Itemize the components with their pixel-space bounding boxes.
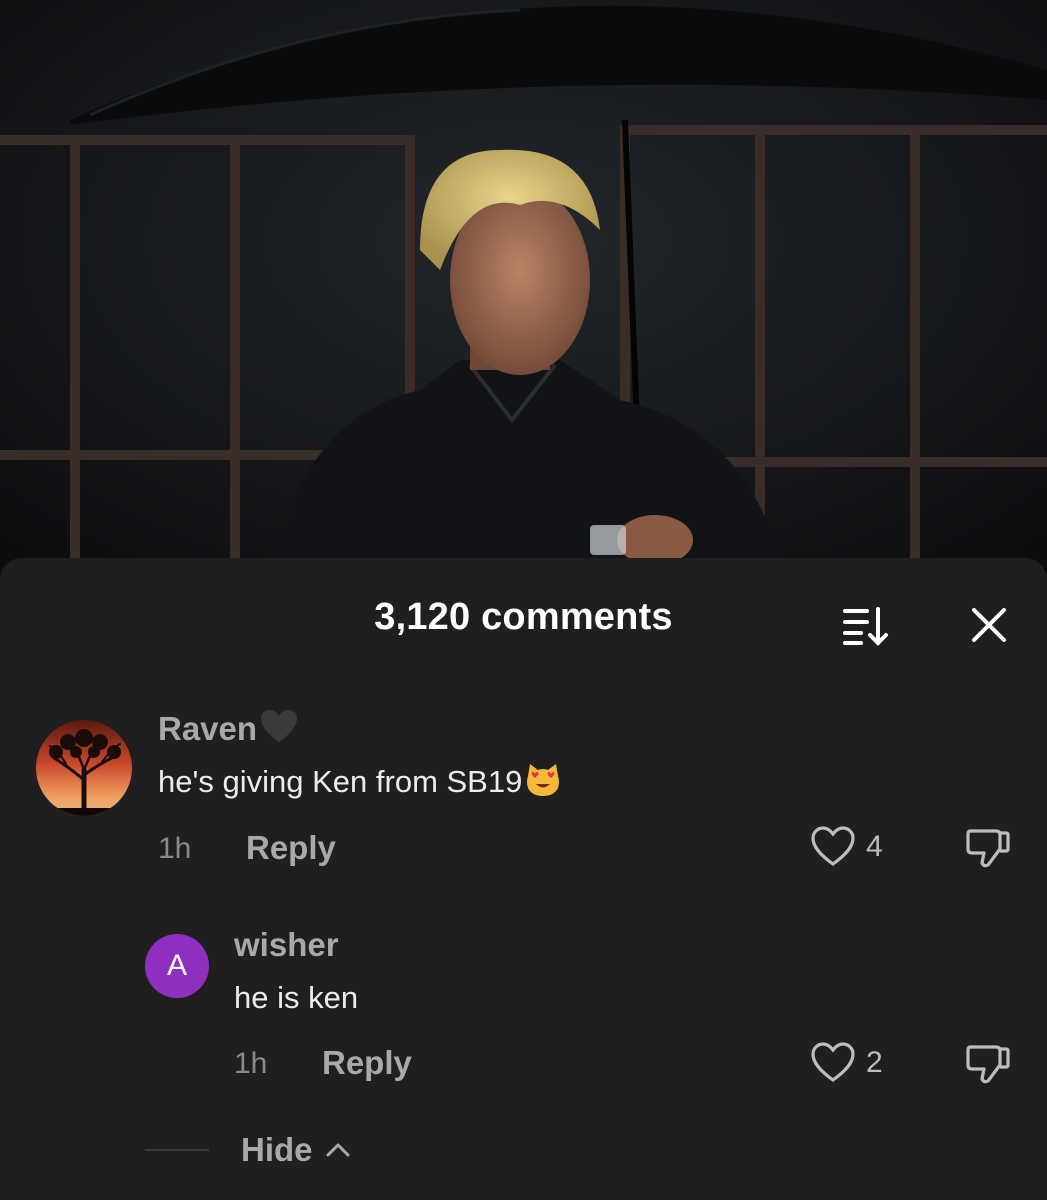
- chevron-up-icon: [326, 1143, 350, 1157]
- heart-outline-icon: [811, 826, 855, 866]
- comments-header: 3,120 comments: [0, 558, 1047, 678]
- thumbs-down-icon: [966, 829, 1010, 868]
- reply-button[interactable]: Reply: [246, 829, 336, 867]
- sort-icon: [843, 607, 888, 646]
- hide-label: Hide: [241, 1131, 313, 1168]
- reply-button[interactable]: Reply: [322, 1044, 412, 1082]
- like-count: 4: [866, 830, 883, 863]
- close-button[interactable]: [962, 598, 1016, 652]
- avatar[interactable]: [36, 720, 132, 816]
- like-button[interactable]: 2: [810, 1042, 883, 1084]
- comment-text-label: he's giving Ken from SB19: [158, 764, 523, 799]
- comment-username[interactable]: Raven: [158, 708, 299, 752]
- black-heart-icon: [259, 708, 299, 752]
- hide-replies-row: Hide: [145, 1130, 351, 1170]
- video-background[interactable]: [0, 0, 1047, 600]
- dislike-button[interactable]: [964, 1041, 1012, 1092]
- comment-text: he's giving Ken from SB19: [158, 762, 562, 806]
- tree-sunset-avatar-image: [36, 720, 132, 816]
- sort-button[interactable]: [836, 600, 896, 650]
- video-frame-image: [0, 0, 1047, 600]
- comment-time: 1h: [234, 1047, 268, 1080]
- comment-username[interactable]: wisher: [234, 926, 339, 964]
- heart-outline-icon: [811, 1042, 855, 1082]
- like-button[interactable]: 4: [810, 826, 883, 868]
- thumbs-down-icon: [966, 1045, 1010, 1084]
- username-label: Raven: [158, 710, 258, 747]
- comment-text: he is ken: [234, 980, 359, 1015]
- divider: [145, 1149, 209, 1151]
- comments-sheet: 3,120 comments: [0, 558, 1047, 1200]
- comment-time: 1h: [158, 832, 192, 865]
- dislike-button[interactable]: [964, 825, 1012, 876]
- heart-eyes-cat-icon: [524, 762, 562, 806]
- avatar[interactable]: A: [145, 934, 209, 998]
- hide-replies-button[interactable]: Hide: [241, 1131, 351, 1169]
- close-icon: [972, 608, 1006, 642]
- like-count: 2: [866, 1046, 883, 1079]
